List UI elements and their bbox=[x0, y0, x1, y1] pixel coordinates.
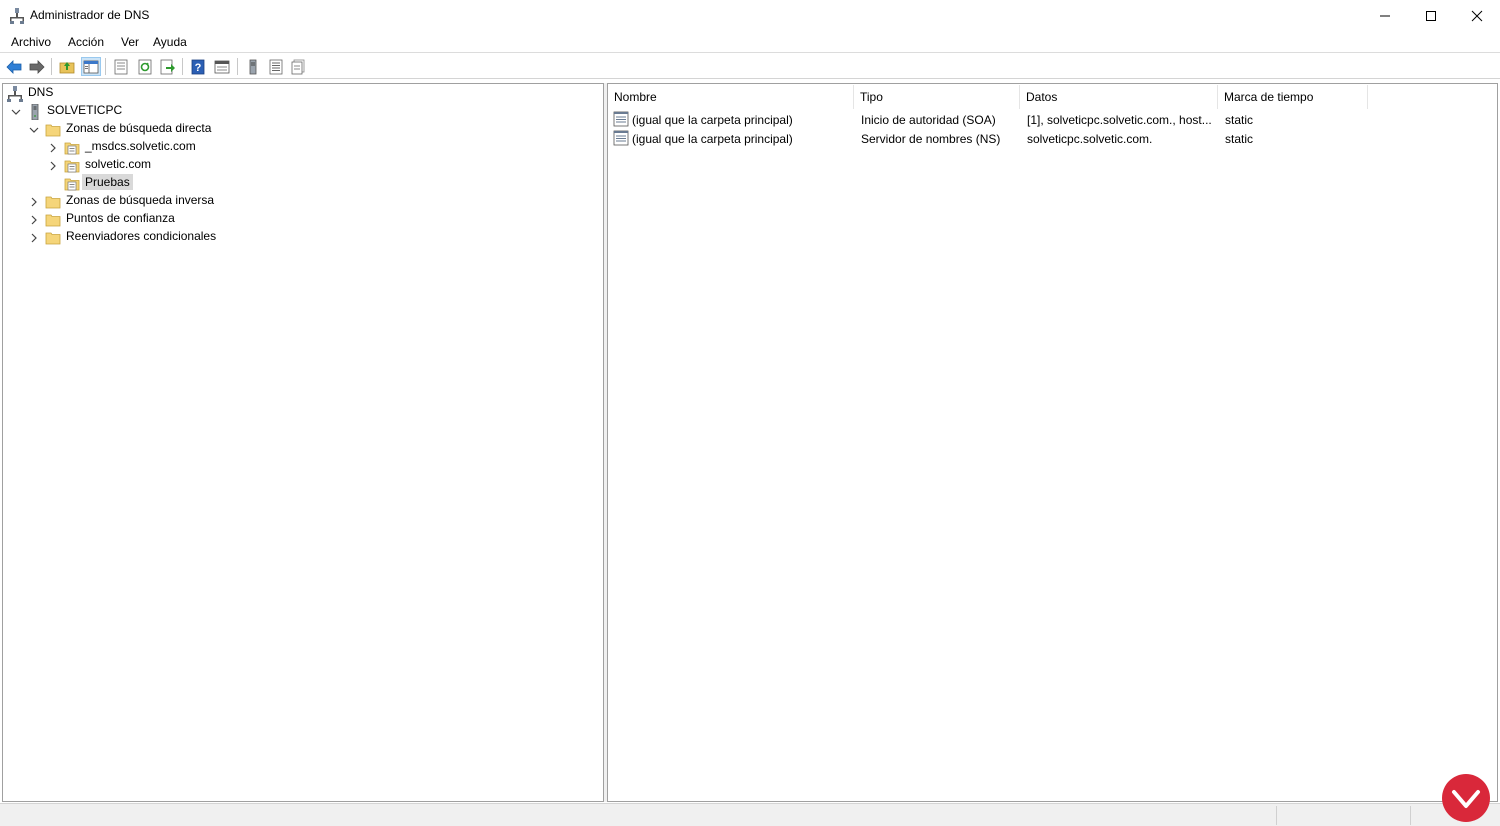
maximize-button[interactable] bbox=[1408, 0, 1454, 31]
help-icon: ? bbox=[191, 59, 205, 74]
tree-label-selected: Pruebas bbox=[82, 174, 133, 190]
cell-datos: [1], solveticpc.solvetic.com., host... bbox=[1027, 113, 1212, 127]
column-header-datos[interactable]: Datos bbox=[1020, 85, 1218, 109]
export-list-button[interactable] bbox=[158, 57, 178, 76]
tree-label: Reenviadores condicionales bbox=[66, 229, 217, 243]
close-button[interactable] bbox=[1454, 0, 1500, 31]
tree-label: Zonas de búsqueda directa bbox=[66, 121, 212, 135]
view-button[interactable] bbox=[212, 57, 232, 76]
server-icon bbox=[31, 104, 39, 120]
menu-archivo[interactable]: Archivo bbox=[11, 35, 51, 49]
maximize-icon bbox=[1426, 10, 1436, 21]
help-button[interactable]: ? bbox=[188, 57, 208, 76]
chevron-right-icon[interactable] bbox=[48, 161, 58, 171]
show-hide-tree-button[interactable] bbox=[81, 57, 101, 76]
tree-label: SOLVETICPC bbox=[47, 103, 123, 117]
forward-icon bbox=[29, 59, 45, 74]
zone-icon bbox=[64, 178, 80, 191]
back-icon bbox=[6, 59, 22, 74]
window-title: Administrador de DNS bbox=[30, 8, 150, 22]
dns-icon bbox=[7, 86, 23, 102]
server-button[interactable] bbox=[243, 57, 263, 76]
cell-nombre: (igual que la carpeta principal) bbox=[632, 132, 793, 146]
refresh-icon bbox=[138, 59, 152, 74]
status-segment bbox=[1276, 806, 1410, 825]
minimize-icon bbox=[1380, 15, 1390, 16]
close-icon bbox=[1471, 10, 1483, 21]
record-icon bbox=[613, 130, 629, 146]
chevron-right-icon[interactable] bbox=[48, 143, 58, 153]
up-folder-icon bbox=[59, 61, 75, 73]
menu-bar: Archivo Acción Ver Ayuda bbox=[0, 31, 1500, 53]
minimize-button[interactable] bbox=[1362, 0, 1408, 31]
properties-button[interactable] bbox=[111, 57, 131, 76]
tree-label: _msdcs.solvetic.com bbox=[85, 139, 196, 153]
results-list-pane[interactable]: Nombre Tipo Datos Marca de tiempo (igual… bbox=[607, 83, 1498, 802]
list-button[interactable] bbox=[266, 57, 286, 76]
refresh-button[interactable] bbox=[135, 57, 155, 76]
chevron-right-icon[interactable] bbox=[29, 233, 39, 243]
dns-manager-icon bbox=[10, 8, 24, 24]
folder-icon bbox=[45, 124, 61, 137]
show-hide-tree-icon bbox=[83, 60, 99, 73]
folder-icon bbox=[45, 196, 61, 209]
tree-label: Puntos de confianza bbox=[66, 211, 175, 225]
view-icon bbox=[214, 60, 230, 73]
status-bar bbox=[0, 803, 1500, 826]
title-bar: Administrador de DNS bbox=[0, 0, 1500, 31]
properties-icon bbox=[114, 59, 128, 74]
menu-ayuda[interactable]: Ayuda bbox=[153, 35, 187, 49]
cell-datos: solveticpc.solvetic.com. bbox=[1027, 132, 1153, 146]
records-icon bbox=[291, 59, 305, 74]
cell-marca-tiempo: static bbox=[1225, 113, 1254, 127]
svg-text:?: ? bbox=[195, 62, 202, 74]
zone-icon bbox=[64, 142, 80, 155]
chevron-down-icon[interactable] bbox=[11, 107, 21, 117]
table-row[interactable]: (igual que la carpeta principal) Servido… bbox=[608, 129, 1497, 148]
tree-label: solvetic.com bbox=[85, 157, 152, 171]
up-folder-button[interactable] bbox=[57, 57, 77, 76]
chevron-down-icon[interactable] bbox=[29, 125, 39, 135]
back-button[interactable] bbox=[4, 57, 24, 76]
cell-nombre: (igual que la carpeta principal) bbox=[632, 113, 793, 127]
zone-icon bbox=[64, 160, 80, 173]
column-header-nombre[interactable]: Nombre bbox=[608, 85, 854, 109]
records-button[interactable] bbox=[288, 57, 308, 76]
folder-icon bbox=[45, 214, 61, 227]
chevron-right-icon[interactable] bbox=[29, 215, 39, 225]
cell-marca-tiempo: static bbox=[1225, 132, 1254, 146]
list-icon bbox=[269, 59, 283, 74]
column-header-marca-tiempo[interactable]: Marca de tiempo bbox=[1218, 85, 1368, 109]
tree-label: DNS bbox=[28, 85, 54, 99]
record-icon bbox=[613, 111, 629, 127]
forward-button[interactable] bbox=[27, 57, 47, 76]
toolbar: ? bbox=[0, 54, 1500, 79]
server-icon bbox=[249, 59, 257, 74]
cell-tipo: Servidor de nombres (NS) bbox=[861, 132, 1001, 146]
export-list-icon bbox=[160, 59, 175, 74]
table-row[interactable]: (igual que la carpeta principal) Inicio … bbox=[608, 110, 1497, 129]
menu-accion[interactable]: Acción bbox=[68, 35, 104, 49]
column-header-tipo[interactable]: Tipo bbox=[854, 85, 1020, 109]
folder-icon bbox=[45, 232, 61, 245]
menu-ver[interactable]: Ver bbox=[121, 35, 139, 49]
console-tree-pane[interactable]: DNS SOLVETICPC Zonas de búsqueda directa… bbox=[2, 83, 604, 802]
watermark-logo-icon bbox=[1442, 774, 1490, 822]
chevron-right-icon[interactable] bbox=[29, 197, 39, 207]
cell-tipo: Inicio de autoridad (SOA) bbox=[861, 113, 996, 127]
tree-label: Zonas de búsqueda inversa bbox=[66, 193, 215, 207]
